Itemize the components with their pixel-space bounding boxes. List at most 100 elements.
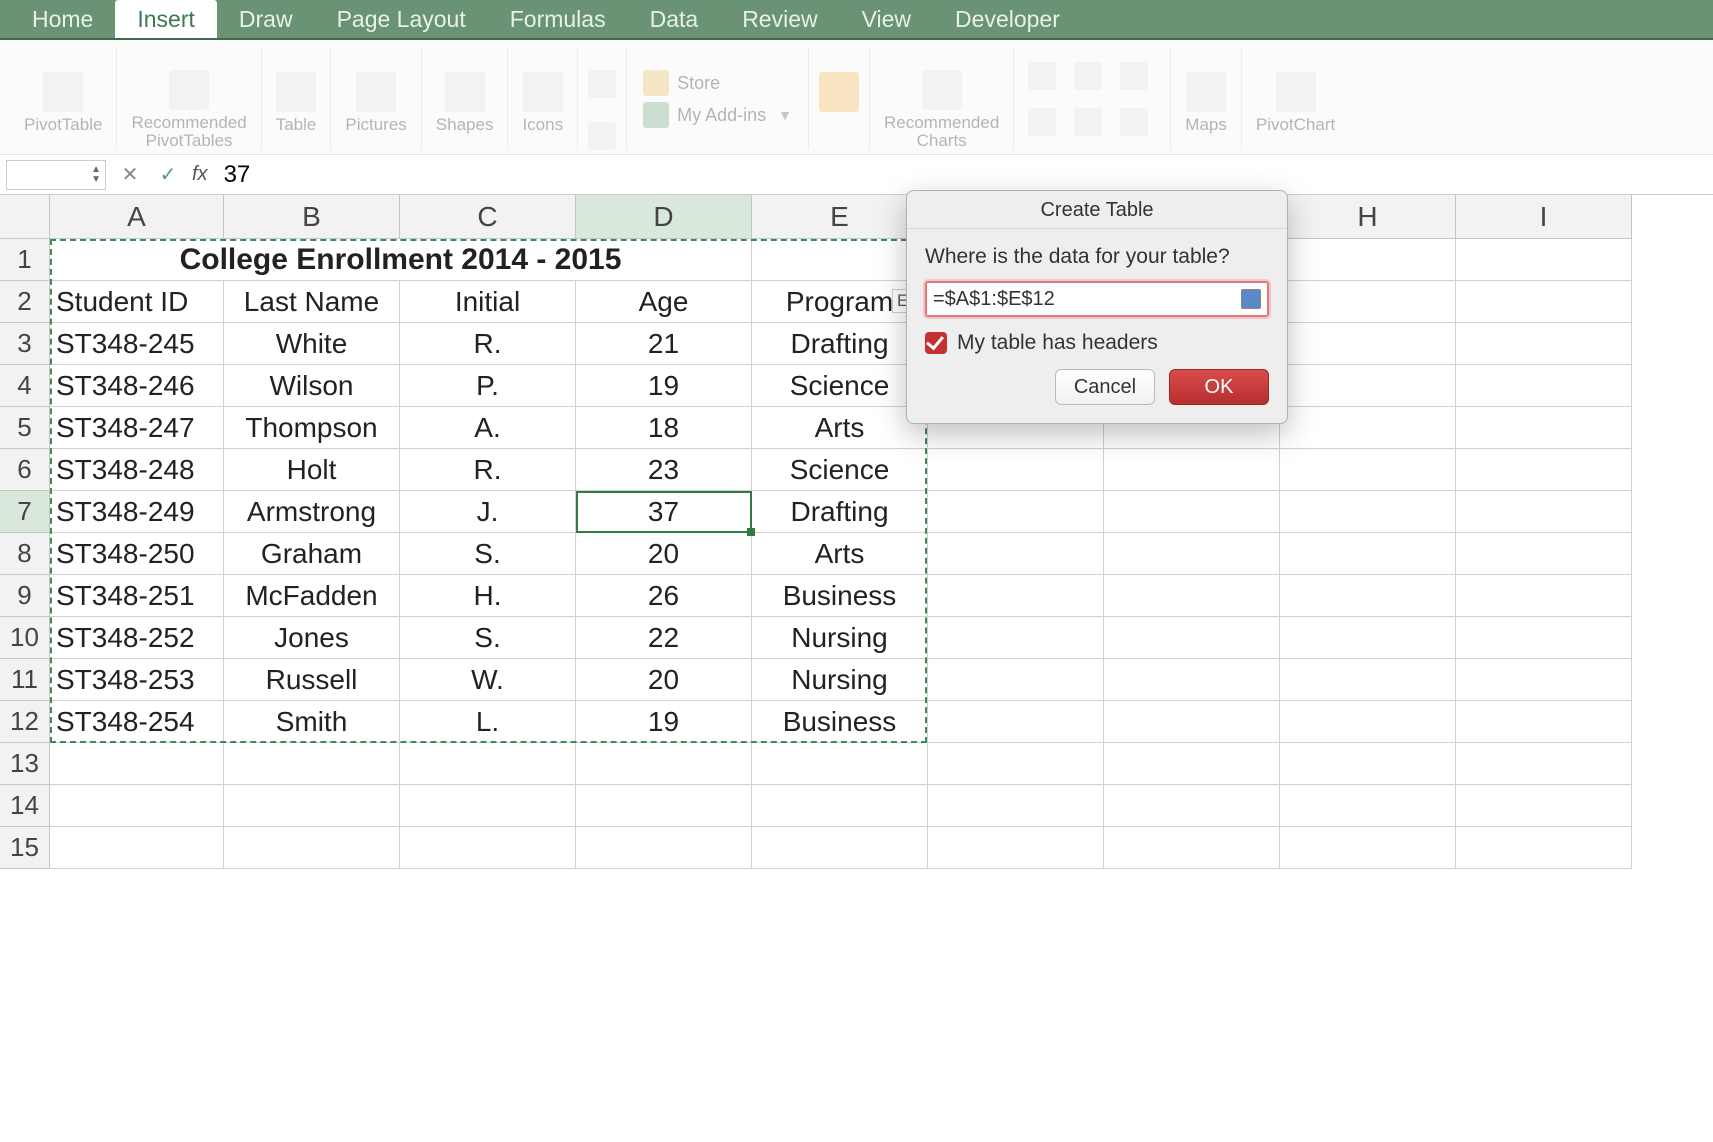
col-header-i[interactable]: I [1456, 195, 1632, 239]
cell-b2[interactable]: Last Name [224, 281, 400, 323]
cell-d11[interactable]: 20 [576, 659, 752, 701]
ribbon-shapes-button[interactable]: Shapes [422, 48, 509, 150]
cell-f7[interactable] [928, 491, 1104, 533]
cell-c11[interactable]: W. [400, 659, 576, 701]
cell-b8[interactable]: Graham [224, 533, 400, 575]
cell-f8[interactable] [928, 533, 1104, 575]
cell-c13[interactable] [400, 743, 576, 785]
row-header-5[interactable]: 5 [0, 407, 50, 449]
row-header-15[interactable]: 15 [0, 827, 50, 869]
row-header-2[interactable]: 2 [0, 281, 50, 323]
cell-c7[interactable]: J. [400, 491, 576, 533]
cell-b13[interactable] [224, 743, 400, 785]
cell-c9[interactable]: H. [400, 575, 576, 617]
cell-a9[interactable]: ST348-251 [50, 575, 224, 617]
row-header-11[interactable]: 11 [0, 659, 50, 701]
cell-h10[interactable] [1280, 617, 1456, 659]
cell-c14[interactable] [400, 785, 576, 827]
ribbon-bing-button[interactable] [809, 48, 870, 150]
cell-i14[interactable] [1456, 785, 1632, 827]
cell-i7[interactable] [1456, 491, 1632, 533]
col-header-e[interactable]: E [752, 195, 928, 239]
cell-d4[interactable]: 19 [576, 365, 752, 407]
cell-b3[interactable]: White [224, 323, 400, 365]
cell-e15[interactable] [752, 827, 928, 869]
cell-f9[interactable] [928, 575, 1104, 617]
row-header-1[interactable]: 1 [0, 239, 50, 281]
dialog-ok-button[interactable]: OK [1169, 369, 1269, 405]
cell-e8[interactable]: Arts [752, 533, 928, 575]
row-header-4[interactable]: 4 [0, 365, 50, 407]
cell-a12[interactable]: ST348-254 [50, 701, 224, 743]
cell-b10[interactable]: Jones [224, 617, 400, 659]
row-header-9[interactable]: 9 [0, 575, 50, 617]
title-cell[interactable]: College Enrollment 2014 - 2015 [50, 239, 752, 281]
cell-g6[interactable] [1104, 449, 1280, 491]
cell-a10[interactable]: ST348-252 [50, 617, 224, 659]
cell-b15[interactable] [224, 827, 400, 869]
cell-h13[interactable] [1280, 743, 1456, 785]
cell-i8[interactable] [1456, 533, 1632, 575]
cell-a7[interactable]: ST348-249 [50, 491, 224, 533]
col-header-d[interactable]: D [576, 195, 752, 239]
ribbon-recommended-pivot-button[interactable]: Recommended PivotTables [117, 48, 261, 150]
ribbon-pivotchart-button[interactable]: PivotChart [1242, 48, 1349, 150]
tab-data[interactable]: Data [628, 0, 721, 38]
cell-a2[interactable]: Student ID [50, 281, 224, 323]
tab-formulas[interactable]: Formulas [488, 0, 628, 38]
cell-g12[interactable] [1104, 701, 1280, 743]
name-box-stepper-icon[interactable]: ▲▼ [91, 165, 101, 185]
cell-a14[interactable] [50, 785, 224, 827]
row-header-13[interactable]: 13 [0, 743, 50, 785]
cell-b14[interactable] [224, 785, 400, 827]
cell-f14[interactable] [928, 785, 1104, 827]
cell-h9[interactable] [1280, 575, 1456, 617]
cell-c4[interactable]: P. [400, 365, 576, 407]
row-header-7[interactable]: 7 [0, 491, 50, 533]
cell-h2[interactable] [1280, 281, 1456, 323]
cell-f6[interactable] [928, 449, 1104, 491]
row-header-10[interactable]: 10 [0, 617, 50, 659]
area-chart-icon[interactable] [1074, 108, 1102, 136]
cell-a11[interactable]: ST348-253 [50, 659, 224, 701]
cell-e9[interactable]: Business [752, 575, 928, 617]
fx-label[interactable]: fx [192, 163, 208, 186]
cell-b7[interactable]: Armstrong [224, 491, 400, 533]
cell-c3[interactable]: R. [400, 323, 576, 365]
cell-h15[interactable] [1280, 827, 1456, 869]
cell-a4[interactable]: ST348-246 [50, 365, 224, 407]
row-header-6[interactable]: 6 [0, 449, 50, 491]
cell-a15[interactable] [50, 827, 224, 869]
col-header-c[interactable]: C [400, 195, 576, 239]
formula-cancel-button[interactable]: ✕ [116, 162, 144, 187]
cell-h5[interactable] [1280, 407, 1456, 449]
cell-f13[interactable] [928, 743, 1104, 785]
bar-chart-icon[interactable] [1120, 62, 1148, 90]
cell-b6[interactable]: Holt [224, 449, 400, 491]
cell-h14[interactable] [1280, 785, 1456, 827]
cell-h6[interactable] [1280, 449, 1456, 491]
cell-i2[interactable] [1456, 281, 1632, 323]
dialog-range-input[interactable]: =$A$1:$E$12 [925, 281, 1269, 317]
smartart-icon[interactable] [588, 70, 616, 98]
cell-a6[interactable]: ST348-248 [50, 449, 224, 491]
tab-insert[interactable]: Insert [115, 0, 217, 38]
col-header-b[interactable]: B [224, 195, 400, 239]
screenshot-icon[interactable] [588, 122, 616, 150]
row-header-8[interactable]: 8 [0, 533, 50, 575]
cell-e4[interactable]: Science [752, 365, 928, 407]
cell-c12[interactable]: L. [400, 701, 576, 743]
cell-d10[interactable]: 22 [576, 617, 752, 659]
cell-a3[interactable]: ST348-245 [50, 323, 224, 365]
ribbon-myaddins-button[interactable]: My Add-ins▼ [643, 102, 792, 128]
cell-h11[interactable] [1280, 659, 1456, 701]
row-header-12[interactable]: 12 [0, 701, 50, 743]
cell-b9[interactable]: McFadden [224, 575, 400, 617]
cell-g8[interactable] [1104, 533, 1280, 575]
row-header-14[interactable]: 14 [0, 785, 50, 827]
cell-e5[interactable]: Arts [752, 407, 928, 449]
col-header-h[interactable]: H [1280, 195, 1456, 239]
cell-h7[interactable] [1280, 491, 1456, 533]
cell-d2[interactable]: Age [576, 281, 752, 323]
cell-d8[interactable]: 20 [576, 533, 752, 575]
